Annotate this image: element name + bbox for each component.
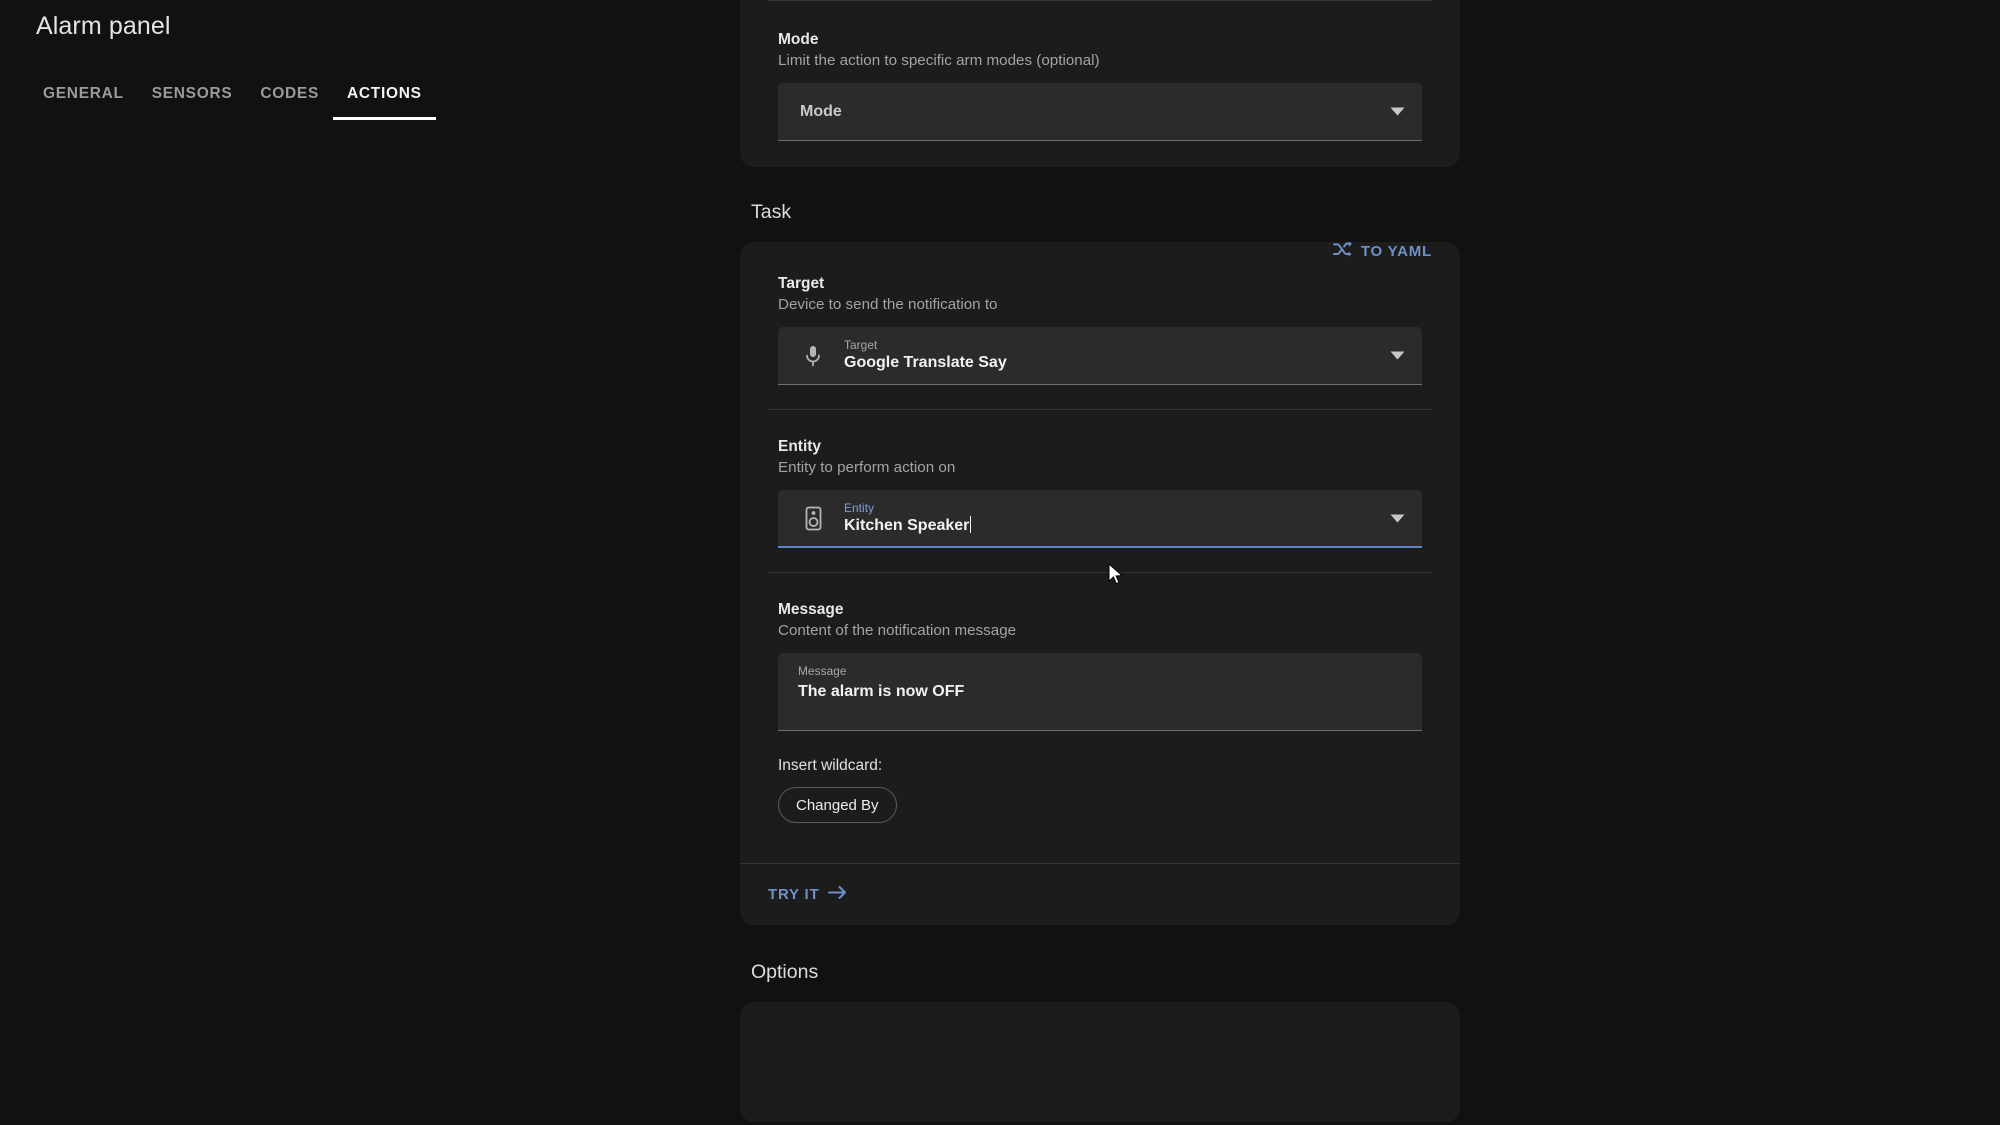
entity-value: Kitchen Speaker — [844, 516, 970, 534]
mode-field-block: Mode Limit the action to specific arm mo… — [740, 29, 1460, 141]
tab-sensors[interactable]: SENSORS — [138, 84, 247, 120]
message-input[interactable]: Message The alarm is now OFF — [778, 653, 1422, 731]
chevron-down-icon[interactable] — [1386, 345, 1408, 367]
message-float-label: Message — [798, 664, 847, 678]
mode-label: Mode — [778, 31, 819, 48]
tab-actions-label: ACTIONS — [347, 85, 422, 102]
wildcard-chip-group: Changed By — [778, 787, 1422, 823]
mode-select-content: Mode — [800, 101, 1376, 122]
entity-description: Entity to perform action on — [778, 459, 956, 476]
entity-field-block: Entity Entity to perform action on Entit… — [740, 410, 1460, 572]
tab-general[interactable]: GENERAL — [29, 84, 138, 120]
entity-select[interactable]: Entity Kitchen Speaker — [778, 490, 1422, 548]
tab-actions[interactable]: ACTIONS — [333, 84, 436, 120]
mode-description: Limit the action to specific arm modes (… — [778, 52, 1100, 69]
task-section-heading: Task — [751, 201, 792, 223]
task-card-footer: TRY IT — [740, 863, 1460, 925]
task-card: TO YAML Target Device to send the notifi… — [740, 242, 1460, 925]
tab-codes-label: CODES — [260, 85, 320, 102]
target-float-label: Target — [844, 338, 878, 352]
wildcard-chip-label: Changed By — [796, 796, 879, 814]
options-section-heading: Options — [751, 961, 819, 983]
target-field-block: TO YAML Target Device to send the notifi… — [740, 242, 1460, 409]
tab-codes[interactable]: CODES — [246, 84, 333, 120]
tab-sensors-label: SENSORS — [151, 85, 233, 102]
page-title: Alarm panel — [36, 12, 171, 40]
message-value: The alarm is now OFF — [798, 683, 965, 700]
mode-select-value: Mode — [800, 103, 842, 120]
message-description: Content of the notification message — [778, 622, 1017, 639]
try-it-button[interactable]: TRY IT — [768, 885, 847, 904]
insert-wildcard-label: Insert wildcard: — [778, 757, 883, 774]
text-caret — [970, 515, 972, 533]
to-yaml-label: TO YAML — [1360, 243, 1432, 260]
try-it-label: TRY IT — [768, 886, 820, 903]
target-select[interactable]: Target Google Translate Say — [778, 327, 1422, 385]
card-divider — [768, 0, 1432, 1]
mode-select[interactable]: Mode — [778, 83, 1422, 141]
entity-value-row: Kitchen Speaker — [844, 515, 1376, 536]
alarm-panel-settings-page: Alarm panel GENERAL SENSORS CODES ACTION… — [0, 0, 2000, 1125]
tab-bar: GENERAL SENSORS CODES ACTIONS — [29, 74, 436, 120]
message-field-block: Message Content of the notification mess… — [740, 573, 1460, 863]
target-label: Target — [778, 275, 825, 292]
entity-float-label: Entity — [844, 500, 875, 515]
arrow-right-icon — [828, 885, 847, 904]
entity-select-content: Entity Kitchen Speaker — [844, 501, 1376, 536]
chevron-down-icon[interactable] — [1386, 507, 1408, 529]
tab-general-label: GENERAL — [43, 85, 124, 102]
mode-card: Mode Limit the action to specific arm mo… — [740, 0, 1460, 167]
to-yaml-button[interactable]: TO YAML — [1332, 242, 1432, 261]
target-description: Device to send the notification to — [778, 296, 998, 313]
target-value: Google Translate Say — [844, 354, 1007, 371]
options-card — [740, 1002, 1460, 1122]
message-label: Message — [778, 601, 844, 618]
microphone-icon — [800, 343, 826, 369]
speaker-icon — [800, 505, 826, 531]
wildcard-chip-changed-by[interactable]: Changed By — [778, 787, 897, 823]
target-select-content: Target Google Translate Say — [844, 338, 1376, 373]
main-content: Mode Limit the action to specific arm mo… — [740, 0, 1460, 1122]
chevron-down-icon[interactable] — [1386, 101, 1408, 123]
entity-label: Entity — [778, 438, 822, 455]
shuffle-icon — [1332, 242, 1352, 261]
